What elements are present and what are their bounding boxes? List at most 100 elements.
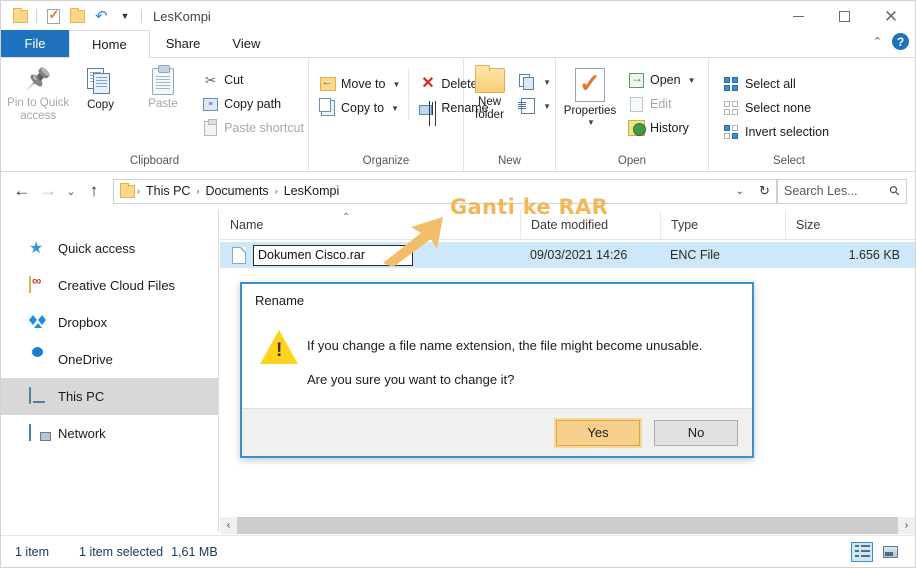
properties-label: Properties [563, 105, 617, 117]
new-folder-label-line1: New [478, 96, 502, 108]
edit-button[interactable]: Edit [624, 92, 700, 116]
history-icon [628, 120, 646, 137]
ribbon-group-new: New folder ▼ ▼ New [464, 58, 556, 171]
status-selected-size: 1,61 MB [171, 544, 218, 559]
properties-button[interactable]: Properties ▼ [556, 64, 624, 127]
scroll-right-button[interactable]: › [898, 517, 915, 534]
group-label-select: Select [773, 155, 805, 167]
paste-button[interactable]: Paste [132, 64, 194, 111]
breadcrumb-folder-icon [120, 182, 135, 198]
group-label-clipboard: Clipboard [129, 155, 180, 167]
table-row[interactable]: Dokumen Cisco.rar 09/03/2021 14:26 ENC F… [220, 242, 915, 268]
copy-to-caret-icon[interactable]: ▼ [391, 104, 399, 113]
select-none-button[interactable]: Select none [719, 96, 833, 120]
breadcrumb-documents[interactable]: Documents [201, 184, 272, 198]
new-item-caret-icon[interactable]: ▼ [543, 78, 551, 87]
cell-date-modified: 09/03/2021 14:26 [530, 248, 628, 262]
up-button[interactable]: ↑ [81, 178, 107, 204]
move-to-icon [319, 76, 336, 93]
breadcrumb-leskompi[interactable]: LesKompi [280, 184, 344, 198]
copy-button[interactable]: Copy [69, 64, 131, 112]
select-all-icon [723, 76, 740, 93]
invert-selection-button[interactable]: Invert selection [719, 120, 833, 144]
dialog-footer: Yes No [242, 408, 752, 456]
cut-button[interactable]: ✂ Cut [198, 68, 308, 92]
move-to-caret-icon[interactable]: ▼ [392, 80, 400, 89]
move-to-button[interactable]: Move to ▼ [315, 72, 404, 96]
dialog-message-line2: Are you sure you want to change it? [307, 372, 515, 387]
qat-separator-1 [36, 9, 37, 23]
close-button[interactable]: ✕ [867, 1, 915, 31]
breadcrumb-dropdown-icon[interactable]: ⌄ [729, 180, 751, 203]
sidebar-item-this-pc[interactable]: This PC [1, 378, 218, 415]
copy-icon [86, 68, 115, 96]
back-button[interactable]: ← [9, 178, 35, 204]
tab-share[interactable]: Share [150, 30, 217, 57]
history-button[interactable]: History [624, 116, 700, 140]
ribbon-group-organize: Move to ▼ Copy to ▼ ✕ Delete ▼ [309, 58, 492, 171]
properties-caret-icon[interactable]: ▼ [587, 118, 595, 127]
scrollbar-thumb[interactable] [237, 517, 898, 534]
open-button[interactable]: Open ▼ [624, 68, 700, 92]
column-header-type[interactable]: Type [660, 209, 785, 240]
select-all-button[interactable]: Select all [719, 72, 833, 96]
creative-cloud-icon [29, 276, 48, 294]
warning-icon [260, 330, 298, 364]
folder-icon[interactable] [9, 5, 31, 27]
annotation-text: Ganti ke RAR [450, 195, 609, 219]
tab-home[interactable]: Home [69, 30, 150, 58]
collapse-ribbon-icon[interactable]: ⌃ [873, 35, 882, 48]
breadcrumb-this-pc[interactable]: This PC [142, 184, 194, 198]
open-caret-icon[interactable]: ▼ [688, 76, 696, 85]
breadcrumb[interactable]: › This PC › Documents › LesKompi ⌄ [113, 178, 754, 204]
group-label-organize: Organize [362, 155, 410, 167]
pin-to-quick-access-button[interactable]: Pin to Quick access [7, 64, 69, 123]
customize-qat-icon[interactable]: ▼ [114, 5, 136, 27]
column-label-size: Size [796, 217, 821, 232]
help-icon[interactable]: ? [892, 33, 909, 50]
sidebar-item-creative-cloud-files[interactable]: Creative Cloud Files [1, 267, 218, 304]
minimize-button[interactable] [775, 1, 821, 31]
sidebar-item-dropbox[interactable]: Dropbox [1, 304, 218, 341]
copy-path-button[interactable]: ≡ Copy path [198, 92, 308, 116]
scroll-left-button[interactable]: ‹ [220, 517, 237, 534]
new-item-button[interactable]: ▼ [515, 70, 555, 94]
ribbon-helpers: ⌃ ? [873, 33, 909, 50]
tab-file[interactable]: File [1, 30, 69, 57]
sidebar-item-onedrive[interactable]: OneDrive [1, 341, 218, 378]
sidebar-label-network: Network [58, 426, 106, 441]
large-icons-view-button[interactable] [879, 542, 901, 562]
easy-access-icon [517, 98, 536, 115]
easy-access-caret-icon[interactable]: ▼ [543, 102, 551, 111]
qat-separator-2 [141, 9, 142, 23]
new-folder-icon[interactable] [66, 5, 88, 27]
easy-access-button[interactable]: ▼ [515, 94, 555, 118]
pin-label-line2: access [20, 110, 57, 122]
maximize-button[interactable] [821, 1, 867, 31]
window-title: LesKompi [153, 8, 211, 24]
tab-view[interactable]: View [216, 30, 276, 57]
no-button[interactable]: No [654, 419, 738, 446]
sidebar-item-quick-access[interactable]: ★ Quick access [1, 230, 218, 267]
properties-icon[interactable] [42, 5, 64, 27]
details-view-button[interactable] [851, 541, 873, 562]
refresh-button[interactable]: ↻ [753, 178, 777, 204]
sidebar-item-network[interactable]: Network [1, 415, 218, 452]
search-input[interactable]: Search Les... ⚲ [777, 178, 907, 204]
select-all-label: Select all [745, 77, 796, 91]
recent-locations-button[interactable]: ⌄ [61, 178, 81, 204]
column-header-size[interactable]: Size [785, 209, 915, 240]
forward-button[interactable]: → [35, 178, 61, 204]
filename-edit-input[interactable]: Dokumen Cisco.rar [253, 244, 413, 266]
invert-selection-label: Invert selection [745, 125, 830, 139]
paste-shortcut-button[interactable]: Paste shortcut [198, 116, 308, 140]
new-folder-label-line2: folder [475, 109, 504, 121]
ribbon-group-clipboard: Pin to Quick access Copy Paste ✂ Cut [1, 58, 309, 171]
file-icon [232, 246, 246, 264]
horizontal-scrollbar[interactable]: ‹ › [220, 517, 915, 534]
new-folder-button[interactable]: New folder [464, 64, 515, 122]
yes-button[interactable]: Yes [556, 419, 640, 446]
copy-to-button[interactable]: Copy to ▼ [315, 96, 404, 120]
cell-type: ENC File [670, 248, 721, 262]
undo-icon[interactable]: ↷ [90, 5, 112, 27]
